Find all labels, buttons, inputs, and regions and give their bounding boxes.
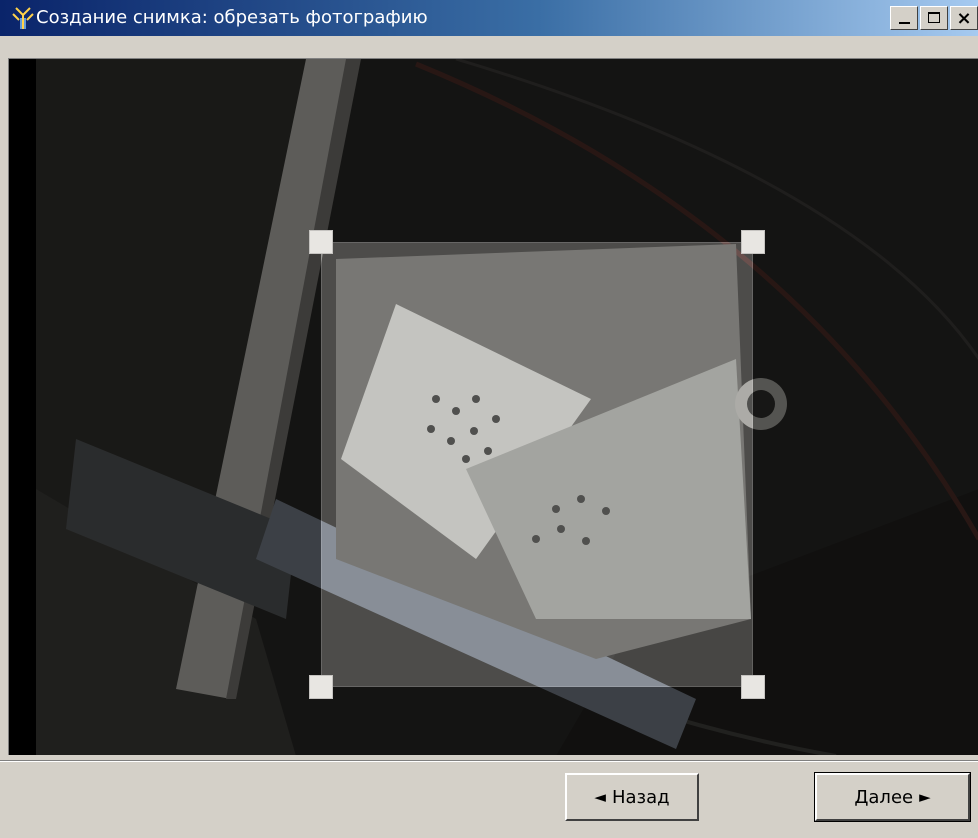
title-bar[interactable]: Создание снимка: обрезать фотографию × [0,0,978,36]
arrow-left-icon: ◄ [594,787,606,806]
window-title: Создание снимка: обрезать фотографию [36,7,428,28]
crop-handle-top-right[interactable] [741,230,765,254]
close-button[interactable]: × [950,6,978,30]
crop-handle-top-left[interactable] [309,230,333,254]
maximize-icon [928,12,940,23]
back-button[interactable]: ◄ Назад [565,773,699,821]
crop-selection[interactable] [321,242,753,687]
back-button-label: Назад [611,786,670,808]
next-button-label: Далее [854,786,914,808]
camera-photo[interactable] [36,59,978,755]
photo-viewport [8,58,978,755]
app-antenna-icon [12,7,34,29]
window-controls: × [890,6,978,30]
arrow-right-icon: ► [919,787,931,806]
footer-separator [0,760,978,762]
minimize-icon [899,22,910,24]
crop-handle-bottom-right[interactable] [741,675,765,699]
crop-photo-window: Создание снимка: обрезать фотографию × ◄… [0,0,978,838]
next-button[interactable]: Далее ► [814,772,971,822]
maximize-button[interactable] [920,6,948,30]
close-icon: × [956,7,972,29]
crop-handle-bottom-left[interactable] [309,675,333,699]
minimize-button[interactable] [890,6,918,30]
